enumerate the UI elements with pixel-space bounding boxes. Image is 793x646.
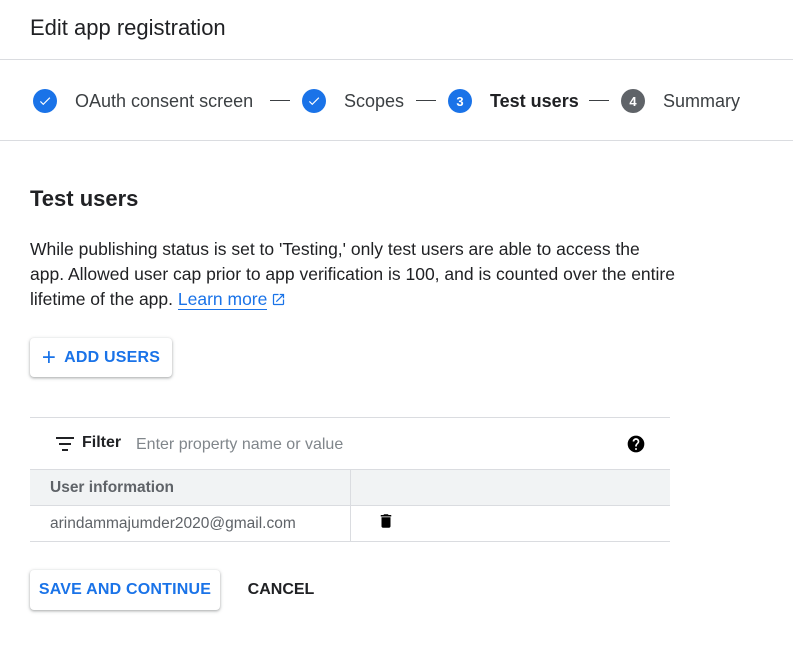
- filter-label: Filter: [82, 434, 122, 451]
- delete-user-cell: [350, 505, 670, 542]
- step-label: Test users: [490, 90, 579, 111]
- users-table: User information arindammajumder2020@gma…: [30, 469, 670, 542]
- check-icon: [33, 89, 57, 113]
- step-number: 3: [448, 89, 472, 113]
- learn-more-link[interactable]: Learn more: [177, 289, 268, 310]
- step-number: 4: [621, 89, 645, 113]
- table-row: arindammajumder2020@gmail.com: [30, 505, 670, 542]
- section-title: Test users: [30, 186, 139, 211]
- page-title: Edit app registration: [30, 15, 226, 40]
- test-users-table: Filter User information arindammajumder2…: [30, 417, 670, 542]
- step-scopes[interactable]: Scopes: [302, 88, 404, 114]
- step-label: OAuth consent screen: [75, 90, 254, 111]
- user-email: arindammajumder2020@gmail.com: [30, 505, 351, 542]
- step-summary[interactable]: 4 Summary: [621, 88, 740, 114]
- external-link-icon: [271, 289, 286, 314]
- table-header-row: User information: [30, 469, 670, 506]
- save-and-continue-button[interactable]: SAVE AND CONTINUE: [30, 570, 220, 610]
- step-connector: [416, 100, 436, 101]
- filter-bar: Filter: [30, 418, 670, 469]
- cancel-button[interactable]: CANCEL: [240, 570, 322, 610]
- learn-more-label: Learn more: [177, 289, 268, 309]
- add-users-label: ADD USERS: [64, 348, 161, 366]
- trash-icon[interactable]: [377, 511, 395, 536]
- section-description: While publishing status is set to 'Testi…: [30, 237, 675, 314]
- column-header-user-information[interactable]: User information: [30, 469, 351, 506]
- plus-icon: +: [41, 343, 57, 371]
- step-oauth-consent[interactable]: OAuth consent screen: [33, 88, 253, 114]
- check-icon: [302, 89, 326, 113]
- page-header: Edit app registration: [0, 0, 793, 60]
- column-header-actions: [350, 469, 670, 506]
- step-connector: [270, 100, 290, 101]
- step-test-users[interactable]: 3 Test users: [448, 88, 579, 114]
- step-label: Summary: [663, 90, 741, 111]
- stepper: OAuth consent screen Scopes 3 Test users…: [0, 61, 793, 141]
- description-text: While publishing status is set to 'Testi…: [30, 239, 675, 309]
- filter-input[interactable]: [134, 432, 518, 458]
- help-icon[interactable]: [626, 434, 646, 459]
- step-label: Scopes: [344, 90, 405, 111]
- filter-icon[interactable]: [56, 437, 74, 456]
- step-connector: [589, 100, 609, 101]
- add-users-button[interactable]: + ADD USERS: [30, 338, 172, 377]
